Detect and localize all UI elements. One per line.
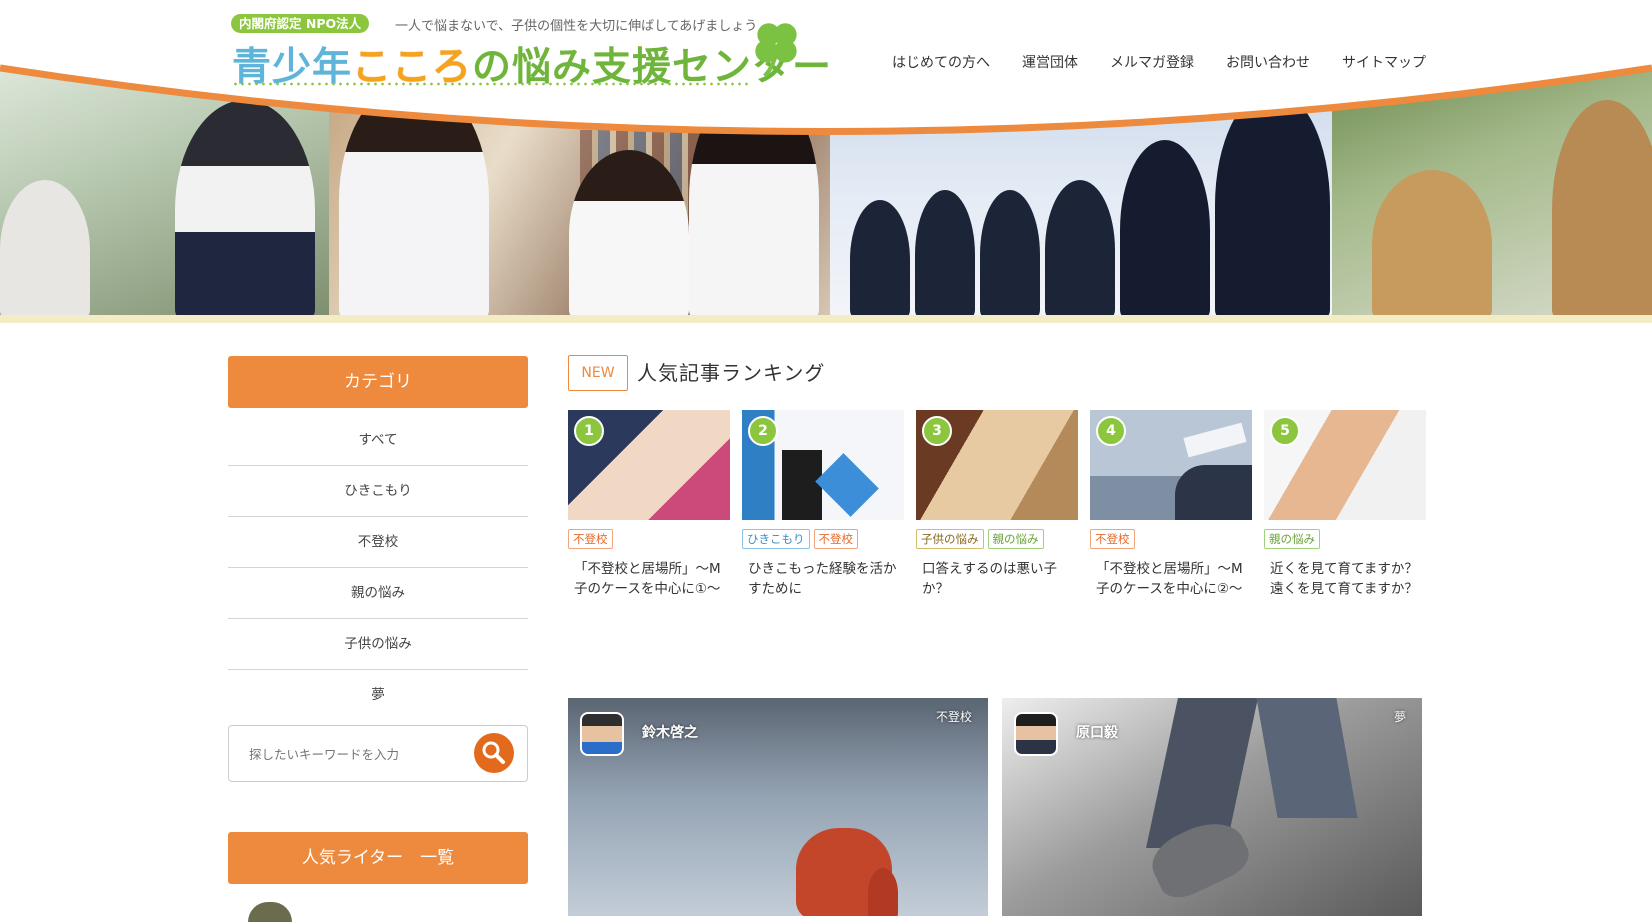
writer-name[interactable]: 原口毅 [1076,722,1118,742]
tag-futoko[interactable]: 不登校 [813,529,858,549]
category-item-hikikomori[interactable]: ひきこもり [228,466,528,517]
rank-number: 3 [922,416,952,446]
category-heading: カテゴリ [228,356,528,408]
ranking-article-title[interactable]: ひきこもった経験を活かすために [748,559,898,599]
ranking-item-3[interactable]: 3 子供の悩み 親の悩み 口答えするのは悪い子か？ [916,410,1078,599]
ranking-thumbnail[interactable]: 3 [916,410,1078,520]
tag-parents[interactable]: 親の悩み [987,529,1044,549]
ranking-article-title[interactable]: 「不登校と居場所」～M子のケースを中心に②～ [1096,559,1246,599]
nav-beginners[interactable]: はじめての方へ [892,52,990,72]
category-item-parents[interactable]: 親の悩み [228,568,528,619]
writer-article-card-2[interactable]: 原口毅 夢 [1002,698,1422,916]
writer-article-card-1[interactable]: 鈴木啓之 不登校 [568,698,988,916]
ranking-item-1[interactable]: 1 不登校 「不登校と居場所」～M子のケースを中心に①～ [568,410,730,599]
category-item-children[interactable]: 子供の悩み [228,619,528,670]
writer-avatar[interactable] [1014,712,1058,756]
search-input[interactable] [247,741,471,767]
nav-organization[interactable]: 運営団体 [1022,52,1078,72]
ranking-item-4[interactable]: 4 不登校 「不登校と居場所」～M子のケースを中心に②～ [1090,410,1252,599]
ranking-thumbnail[interactable]: 2 [742,410,904,520]
ranking-thumbnail[interactable]: 4 [1090,410,1252,520]
writer-avatar[interactable] [580,712,624,756]
tag-futoko[interactable]: 不登校 [568,529,613,549]
ranking-article-title[interactable]: 近くを見て育てますか？遠くを見て育てますか？ [1270,559,1420,599]
popular-writers-heading: 人気ライター 一覧 [228,832,528,884]
category-item-futoko[interactable]: 不登校 [228,517,528,568]
ranking-article-title[interactable]: 口答えするのは悪い子か？ [922,559,1072,599]
writer-name[interactable]: 鈴木啓之 [642,722,698,742]
category-item-all[interactable]: すべて [228,415,528,466]
hero-bottom-line [0,315,1652,323]
new-badge: NEW [568,355,628,391]
nav-contact[interactable]: お問い合わせ [1226,52,1310,72]
search-box [228,725,528,782]
ranking-item-2[interactable]: 2 ひきこもり 不登校 ひきこもった経験を活かすために [742,410,904,599]
shisa-statue-tail [868,868,898,916]
rank-number: 1 [574,416,604,446]
ranking-thumbnail[interactable]: 5 [1264,410,1426,520]
site-header: 内閣府認定 NPO法人 一人で悩まないで、子供の個性を大切に伸ばしてあげましょう… [0,0,1652,325]
tag-futoko[interactable]: 不登校 [1090,529,1135,549]
nav-sitemap[interactable]: サイトマップ [1342,52,1426,72]
writer-avatar[interactable] [248,902,292,922]
card-category-tag[interactable]: 不登校 [936,708,972,725]
logo-dotted-underline [232,82,752,86]
category-item-dream[interactable]: 夢 [228,670,528,720]
ranking-article-title[interactable]: 「不登校と居場所」～M子のケースを中心に①～ [574,559,724,599]
search-icon [482,741,505,764]
global-nav: はじめての方へ 運営団体 メルマガ登録 お問い合わせ サイトマップ [892,52,1426,72]
card-category-tag[interactable]: 夢 [1394,708,1406,725]
search-button[interactable] [474,733,514,773]
tag-children[interactable]: 子供の悩み [916,529,984,549]
ranking-item-5[interactable]: 5 親の悩み 近くを見て育てますか？遠くを見て育てますか？ [1264,410,1426,599]
nav-newsletter[interactable]: メルマガ登録 [1110,52,1194,72]
ranking-title: 人気記事ランキング [637,361,826,385]
clover-icon [755,23,797,78]
npo-badge: 内閣府認定 NPO法人 [231,14,370,33]
tag-parents[interactable]: 親の悩み [1264,529,1320,549]
tag-hikikomori[interactable]: ひきこもり [742,529,810,549]
rank-number: 5 [1270,416,1300,446]
ranking-thumbnail[interactable]: 1 [568,410,730,520]
category-list: すべて ひきこもり 不登校 親の悩み 子供の悩み 夢 [228,415,528,720]
rank-number: 4 [1096,416,1126,446]
walking-leg-image-2 [1256,698,1358,818]
site-tagline: 一人で悩まないで、子供の個性を大切に伸ばしてあげましょう [395,19,758,34]
rank-number: 2 [748,416,778,446]
